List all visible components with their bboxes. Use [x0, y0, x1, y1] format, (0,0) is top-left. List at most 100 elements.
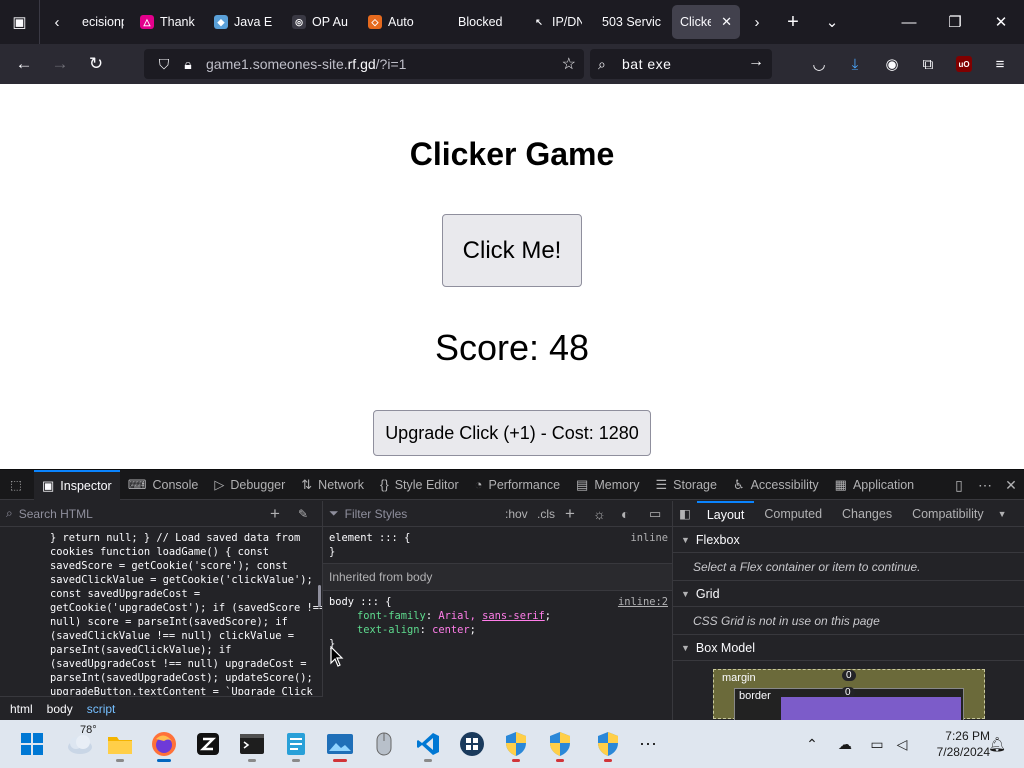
element-rule[interactable]: element ::: { } inline [323, 527, 672, 563]
more-apps-icon[interactable]: ⋯ [630, 726, 666, 762]
account-icon[interactable]: ◉ [874, 44, 910, 84]
reload-icon[interactable]: ↻ [78, 44, 114, 84]
file-explorer-icon[interactable] [102, 726, 138, 762]
security-shield-icon-2[interactable] [542, 726, 578, 762]
tab-item[interactable]: ↖ IP/DN [514, 5, 590, 39]
tab-item[interactable]: △ Thank [132, 5, 206, 39]
url-bar[interactable]: ⛉ 🔒︎ game1.someones-site.rf.gd/?i=1 ☆ [144, 49, 584, 79]
box-model-section-header[interactable]: ▼ Box Model [673, 635, 1024, 661]
new-tab-icon[interactable]: + [774, 0, 812, 44]
box-model-margin[interactable]: margin 0 border 0 [713, 669, 985, 728]
tab-scroll-left-icon[interactable]: ‹ [40, 0, 74, 44]
tab-inspector[interactable]: ▣ Inspector [34, 469, 120, 500]
firefox-view-icon[interactable]: ▣ [0, 0, 40, 44]
tab-application[interactable]: ▦ Application [827, 470, 922, 500]
add-rule-icon[interactable]: + [565, 501, 575, 527]
menu-icon[interactable]: ≡ [982, 44, 1018, 84]
margin-top-value[interactable]: 0 [842, 670, 856, 681]
eyedropper-icon[interactable]: ✎ [298, 501, 308, 527]
cls-toggle[interactable]: .cls [537, 501, 555, 527]
flexbox-section-header[interactable]: ▼ Flexbox [673, 527, 1024, 553]
security-shield-icon[interactable] [498, 726, 534, 762]
markup-scrollbar[interactable] [318, 585, 321, 607]
back-icon[interactable]: ← [6, 44, 42, 84]
tab-accessibility[interactable]: ♿︎ Accessibility [725, 470, 827, 500]
tab-console[interactable]: ⌨ Console [120, 470, 207, 500]
close-tab-icon[interactable]: ✕ [721, 14, 732, 30]
minimize-icon[interactable]: — [886, 0, 932, 44]
breadcrumb-html[interactable]: html [10, 702, 33, 716]
close-window-icon[interactable]: ✕ [978, 0, 1024, 44]
downloads-icon[interactable]: ⤓ [837, 44, 873, 84]
system-clock[interactable]: 7:26 PM 7/28/2024 [918, 728, 990, 760]
pick-element-icon[interactable]: ⬚ [0, 470, 34, 500]
volume-muted-icon[interactable]: ◁ [890, 720, 914, 768]
print-media-icon[interactable]: ▭ [649, 501, 661, 527]
tab-layout[interactable]: Layout [696, 500, 755, 527]
firefox-icon[interactable] [146, 726, 182, 762]
tab-network[interactable]: ⇅ Network [293, 470, 372, 500]
list-tabs-icon[interactable]: ⌄ [812, 0, 852, 44]
url-text[interactable]: game1.someones-site.rf.gd/?i=1 [206, 56, 406, 72]
search-bar[interactable]: ⌕ bat exe → [590, 49, 772, 79]
tab-memory[interactable]: ▤ Memory [568, 470, 647, 500]
notepad-icon[interactable] [278, 726, 314, 762]
toggle-sidebar-icon[interactable]: ◧ [673, 501, 697, 527]
search-html-input[interactable]: Search HTML [19, 507, 93, 521]
tab-storage[interactable]: ☰ Storage [648, 470, 725, 500]
tab-changes[interactable]: Changes [832, 501, 902, 527]
bookmark-star-icon[interactable]: ☆ [562, 54, 576, 74]
show-hidden-icons-chevron-icon[interactable]: ⌃ [800, 720, 824, 768]
sidebar-overflow-icon[interactable]: ▼ [994, 501, 1011, 527]
rule-declaration[interactable]: font-family: Arial, sans-serif; [329, 609, 666, 623]
security-shield-icon-3[interactable] [590, 726, 626, 762]
start-icon[interactable] [14, 726, 50, 762]
weather-icon[interactable]: 78° [60, 724, 100, 762]
tab-item[interactable]: ecisionp [74, 5, 132, 39]
notifications-bell-icon[interactable]: 🔔︎ [986, 720, 1008, 768]
breadcrumb-script[interactable]: script [87, 702, 116, 716]
tab-item[interactable]: Blocked [434, 5, 514, 39]
terminal-icon[interactable] [234, 726, 270, 762]
grid-section-header[interactable]: ▼ Grid [673, 581, 1024, 607]
windows-admin-icon[interactable] [454, 726, 490, 762]
tab-debugger[interactable]: ▷ Debugger [206, 470, 293, 500]
ublock-icon[interactable]: uO [946, 44, 982, 84]
onedrive-offline-icon[interactable]: ☁ [832, 720, 858, 768]
restore-icon[interactable]: ❐ [932, 0, 978, 44]
extensions-icon[interactable]: ⧉ [910, 44, 946, 84]
tab-item[interactable]: ◇ Auto [360, 5, 434, 39]
photos-icon[interactable] [322, 726, 358, 762]
light-scheme-icon[interactable]: ☼ [593, 501, 606, 527]
mouse-icon[interactable] [366, 726, 402, 762]
tab-item[interactable]: ◆ Java E [206, 5, 284, 39]
tab-item[interactable]: ◎ OP Au [284, 5, 360, 39]
filter-styles-input[interactable]: Filter Styles [345, 507, 408, 521]
vscode-icon[interactable] [410, 726, 446, 762]
hov-toggle[interactable]: :hov [505, 501, 528, 527]
tab-active[interactable]: Clicker ✕ [672, 5, 740, 39]
tab-performance[interactable]: ◔ Performance [467, 470, 568, 500]
zed-icon[interactable] [190, 726, 226, 762]
script-source[interactable]: } return null; } // Load saved data from… [0, 527, 322, 695]
responsive-mode-icon[interactable]: ▯ [946, 470, 972, 500]
rule-source-link[interactable]: inline:2 [618, 595, 668, 609]
rule-declaration[interactable]: text-align: center; [329, 623, 666, 637]
tab-computed[interactable]: Computed [754, 501, 832, 527]
click-me-button[interactable]: Click Me! [442, 214, 582, 287]
tab-item[interactable]: 503 Servic [590, 5, 672, 39]
pocket-icon[interactable]: ◡ [801, 44, 837, 84]
tab-scroll-right-icon[interactable]: › [740, 0, 774, 44]
upgrade-click-button[interactable]: Upgrade Click (+1) - Cost: 1280 [373, 410, 651, 456]
shield-icon[interactable]: ⛉ [152, 56, 176, 73]
more-options-icon[interactable]: ⋯ [972, 470, 998, 500]
add-node-icon[interactable]: + [270, 501, 280, 527]
search-input[interactable]: bat exe [622, 56, 671, 72]
breadcrumb-body[interactable]: body [47, 702, 73, 716]
body-rule[interactable]: body ::: { font-family: Arial, sans-seri… [323, 591, 672, 655]
forward-icon[interactable]: → [42, 44, 78, 84]
dark-scheme-icon[interactable]: ◐ [621, 501, 629, 527]
go-arrow-icon[interactable]: → [748, 53, 764, 71]
tab-compatibility[interactable]: Compatibility [902, 501, 994, 527]
tab-style-editor[interactable]: {} Style Editor [372, 470, 467, 500]
